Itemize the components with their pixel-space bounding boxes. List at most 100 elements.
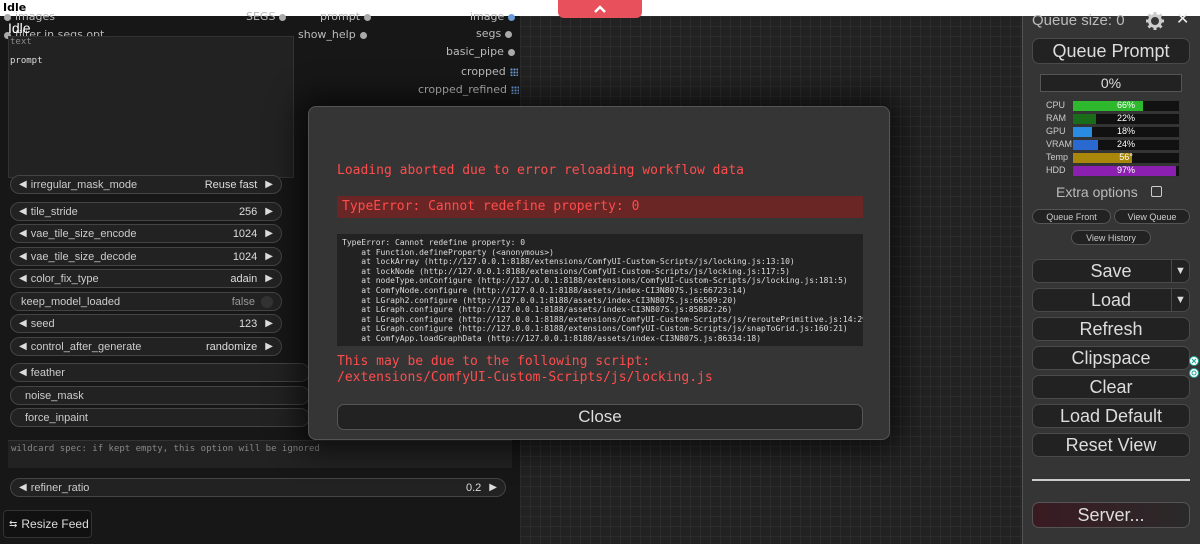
progress-label: 0% (1040, 74, 1182, 92)
extra-options-label: Extra options (1056, 184, 1138, 200)
widget-noise-mask[interactable]: noise_mask (10, 386, 310, 405)
menu-divider (1032, 479, 1190, 481)
left-arrow-icon[interactable]: ◀ (19, 273, 27, 284)
input-dot-icon (364, 13, 372, 21)
widget-tile-stride[interactable]: ◀ tile_stride 256 ▶ (10, 202, 282, 221)
output-image[interactable]: image (470, 10, 516, 23)
output-dot-icon (505, 30, 513, 38)
refresh-button[interactable]: Refresh (1032, 317, 1190, 341)
script-hint: This may be due to the following script:… (337, 354, 713, 386)
widget-feather[interactable]: ◀ feather (10, 363, 310, 382)
input-dot-icon (359, 31, 367, 39)
right-arrow-icon[interactable]: ▶ (265, 318, 273, 329)
stat-name: Temp (1046, 152, 1069, 162)
widget-vae-tile-size-encode[interactable]: ◀ vae_tile_size_encode 1024 ▶ (10, 224, 282, 243)
stat-row-cpu: CPU 66% (1040, 100, 1182, 112)
stack-trace: TypeError: Cannot redefine property: 0 a… (337, 234, 863, 346)
right-arrow-icon[interactable]: ▶ (265, 206, 273, 217)
stat-value: 18% (1116, 126, 1135, 136)
hint-line: This may be due to the following script: (337, 354, 651, 369)
queue-front-button[interactable]: Queue Front (1032, 209, 1111, 224)
left-arrow-icon[interactable]: ◀ (19, 228, 27, 239)
right-arrow-icon[interactable]: ▶ (489, 482, 497, 493)
stat-value: 97% (1116, 165, 1135, 175)
output-grid-icon (510, 86, 519, 94)
output-dot-icon (508, 13, 516, 21)
resize-icon: ⇆ (9, 518, 18, 530)
view-history-button[interactable]: View History (1071, 230, 1151, 245)
stat-row-temp: Temp 56° (1040, 152, 1182, 164)
stat-name: HDD (1046, 165, 1066, 175)
input-segs[interactable]: SEGS (246, 10, 287, 23)
queue-prompt-button[interactable]: Queue Prompt (1032, 38, 1190, 64)
output-basic-pipe[interactable]: basic_pipe (446, 45, 515, 58)
output-dot-icon (507, 48, 515, 56)
stat-row-vram: VRAM 24% (1040, 139, 1182, 151)
stat-value: 22% (1116, 113, 1135, 123)
output-cropped-refined[interactable]: cropped_refined (418, 83, 519, 96)
stat-value: 66% (1116, 100, 1135, 110)
dialog-heading: Loading aborted due to error reloading w… (337, 163, 744, 178)
widget-keep-model-loaded[interactable]: keep_model_loaded false (10, 292, 282, 311)
textarea-value: prompt (10, 56, 43, 66)
resize-feed-button[interactable]: ⇆ Resize Feed (3, 510, 92, 538)
queue-size-label: Queue size: 0 (1032, 12, 1125, 29)
output-segs[interactable]: segs (476, 27, 513, 40)
chevron-up-icon (594, 5, 606, 13)
right-arrow-icon[interactable]: ▶ (265, 228, 273, 239)
status-label: Idle (8, 20, 31, 36)
widget-control-after-generate[interactable]: ◀ control_after_generate randomize ▶ (10, 337, 282, 356)
left-arrow-icon[interactable]: ◀ (19, 318, 27, 329)
input-show-help[interactable]: show_help (298, 28, 367, 41)
save-button[interactable]: Save ▼ (1032, 259, 1190, 283)
wildcard-textarea[interactable]: wildcard spec: if kept empty, this optio… (8, 440, 512, 468)
output-cropped[interactable]: cropped (461, 65, 518, 78)
right-arrow-icon[interactable]: ▶ (265, 341, 273, 352)
stat-value: 56° (1119, 152, 1133, 162)
stat-row-ram: RAM 22% (1040, 113, 1182, 125)
stat-name: VRAM (1046, 139, 1073, 149)
widget-irregular-mask-mode[interactable]: ◀ irregular_mask_mode Reuse fast ▶ (10, 175, 282, 194)
reset-view-button[interactable]: Reset View (1032, 433, 1190, 457)
gear-icon[interactable] (1146, 12, 1164, 30)
textarea-label: text (10, 37, 32, 47)
input-prompt[interactable]: prompt (320, 10, 372, 23)
widget-vae-tile-size-decode[interactable]: ◀ vae_tile_size_decode 1024 ▶ (10, 247, 282, 266)
menu-toggle-tab[interactable] (558, 0, 642, 18)
widget-color-fix-type[interactable]: ◀ color_fix_type adain ▶ (10, 269, 282, 288)
widget-seed[interactable]: ◀ seed 123 ▶ (10, 314, 282, 333)
left-arrow-icon[interactable]: ◀ (19, 367, 27, 378)
input-dot-icon (279, 13, 287, 21)
right-arrow-icon[interactable]: ▶ (265, 251, 273, 262)
left-arrow-icon[interactable]: ◀ (19, 482, 27, 493)
stat-row-gpu: GPU 18% (1040, 126, 1182, 138)
close-button[interactable]: Close (337, 404, 863, 430)
load-button[interactable]: Load ▼ (1032, 288, 1190, 312)
server-button[interactable]: Server... (1032, 502, 1190, 528)
right-arrow-icon[interactable]: ▶ (265, 273, 273, 284)
stat-name: CPU (1046, 100, 1066, 110)
chevron-down-icon[interactable]: ▼ (1171, 260, 1189, 282)
chevron-down-icon[interactable]: ▼ (1171, 289, 1189, 311)
left-arrow-icon[interactable]: ◀ (19, 251, 27, 262)
clear-button[interactable]: Clear (1032, 375, 1190, 399)
close-icon[interactable]: ✕ (1176, 9, 1189, 28)
left-arrow-icon[interactable]: ◀ (19, 179, 27, 190)
left-arrow-icon[interactable]: ◀ (19, 206, 27, 217)
toggle-knob[interactable] (261, 295, 273, 308)
output-grid-icon (509, 68, 518, 76)
load-default-button[interactable]: Load Default (1032, 404, 1190, 428)
view-queue-button[interactable]: View Queue (1114, 209, 1190, 224)
widget-force-inpaint[interactable]: force_inpaint (10, 408, 310, 427)
extra-options-checkbox[interactable] (1151, 186, 1162, 197)
left-arrow-icon[interactable]: ◀ (19, 341, 27, 352)
extension-icons[interactable] (1188, 356, 1200, 380)
stat-name: RAM (1046, 113, 1066, 123)
stat-row-hdd: HDD 97% (1040, 165, 1182, 177)
error-dialog: Loading aborted due to error reloading w… (308, 106, 890, 440)
prompt-textarea[interactable] (8, 36, 294, 178)
error-message: TypeError: Cannot redefine property: 0 (337, 196, 863, 218)
widget-refiner-ratio[interactable]: ◀ refiner_ratio 0.2 ▶ (10, 478, 506, 497)
clipspace-button[interactable]: Clipspace (1032, 346, 1190, 370)
right-arrow-icon[interactable]: ▶ (265, 179, 273, 190)
